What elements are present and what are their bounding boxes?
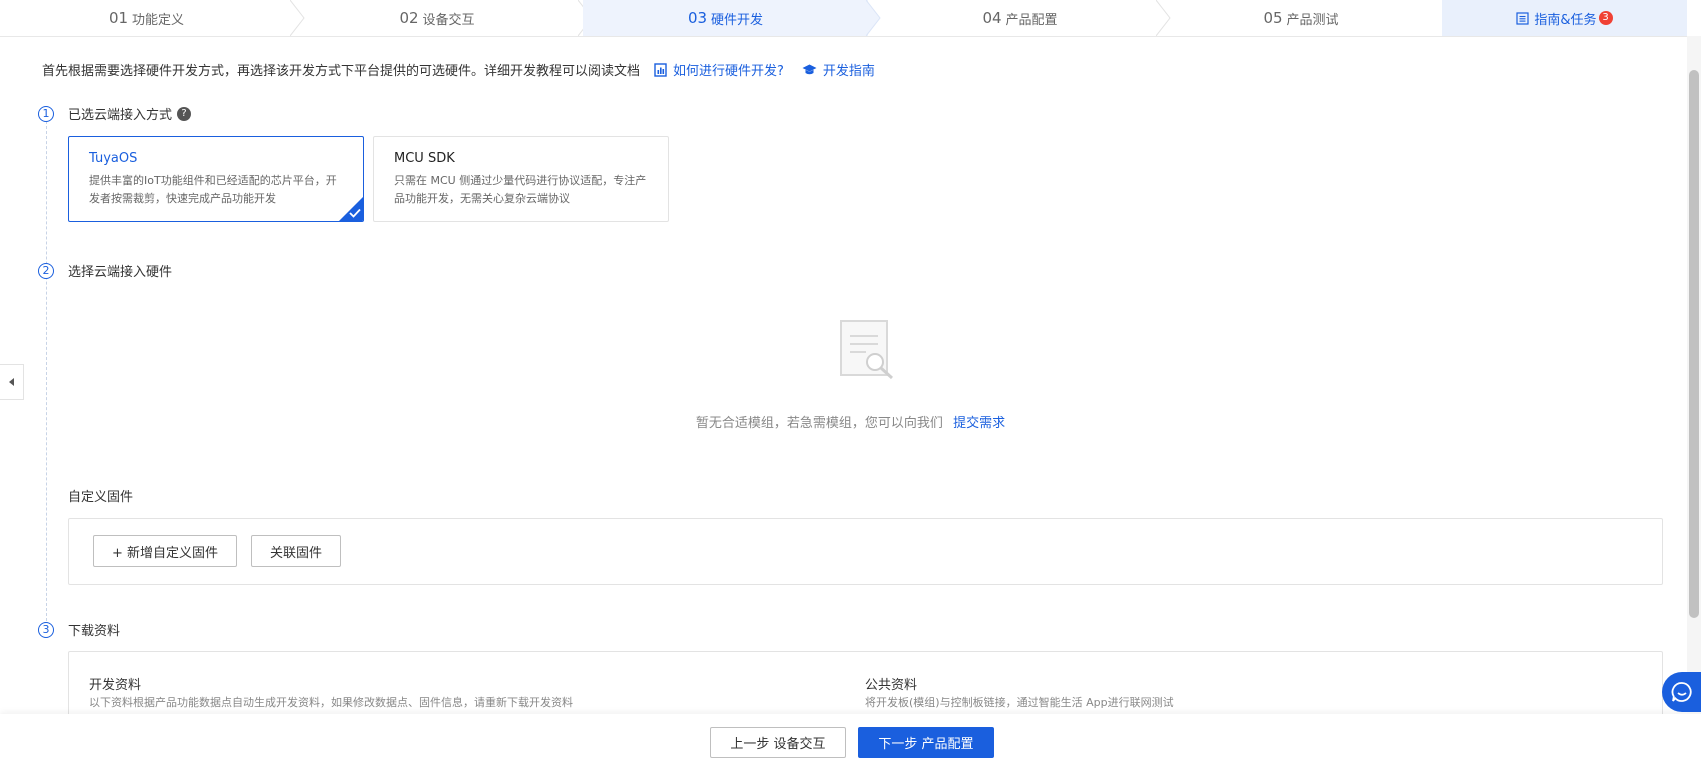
step-label: 功能定义	[132, 12, 185, 28]
timeline-line	[46, 121, 47, 621]
section-title-downloads: 下载资料	[68, 620, 120, 639]
intro-text: 首先根据需要选择硬件开发方式，再选择该开发方式下平台提供的可选硬件。详细开发教程…	[42, 64, 641, 79]
footer-bar: 上一步 设备交互 下一步 产品配置	[0, 714, 1701, 774]
card-desc: 提供丰富的IoT功能组件和已经适配的芯片平台，开发者按需裁剪，快速完成产品功能开…	[89, 174, 337, 205]
section-marker: 3	[38, 622, 54, 638]
step-03[interactable]: 03 硬件开发	[583, 0, 868, 36]
guide-tasks-tab[interactable]: 指南&任务 3	[1442, 0, 1687, 36]
question-icon[interactable]: ?	[177, 106, 192, 121]
list-icon	[1516, 11, 1530, 25]
link-label: 开发指南	[822, 64, 875, 79]
step-04[interactable]: 04 产品配置	[880, 0, 1160, 36]
step-02[interactable]: 02 设备交互	[293, 0, 581, 36]
check-icon	[349, 208, 361, 218]
section-title-hardware: 选择云端接入硬件	[68, 261, 172, 280]
custom-firmware-box: + 新增自定义固件 关联固件	[68, 518, 1663, 585]
add-custom-firmware-button[interactable]: + 新增自定义固件	[93, 535, 237, 567]
support-chat-button[interactable]	[1662, 672, 1701, 712]
empty-message: 暂无合适模组，若急需模组，您可以向我们	[695, 416, 943, 431]
public-resources-title: 公共资料	[865, 678, 918, 693]
step-number: 03	[687, 9, 708, 27]
guide-tasks-label: 指南&任务	[1534, 12, 1597, 28]
empty-state-text: 暂无合适模组，若急需模组，您可以向我们 提交需求	[0, 412, 1701, 431]
card-title: MCU SDK	[394, 151, 455, 166]
step-label: 硬件开发	[711, 12, 764, 28]
section-marker: 2	[38, 263, 54, 279]
submit-request-link[interactable]: 提交需求	[953, 412, 1005, 431]
step-label: 产品配置	[1005, 12, 1058, 28]
step-01[interactable]: 01 功能定义	[0, 0, 293, 36]
section-title-text: 自定义固件	[68, 490, 134, 505]
dev-resources-title: 开发资料	[89, 678, 142, 693]
step-number: 05	[1263, 9, 1283, 27]
card-mcu-sdk[interactable]: MCU SDK 只需在 MCU 侧通过少量代码进行协议适配，专注产品功能开发，无…	[373, 136, 669, 222]
link-firmware-button[interactable]: 关联固件	[251, 535, 341, 567]
section-title-text: 下载资料	[68, 624, 121, 639]
step-label: 产品测试	[1286, 12, 1339, 28]
section-title-access-mode: 已选云端接入方式 ?	[68, 104, 192, 123]
step-05[interactable]: 05 产品测试	[1160, 0, 1442, 36]
section-marker: 1	[38, 106, 54, 122]
scrollbar-thumb[interactable]	[1689, 70, 1699, 618]
caret-left-icon	[8, 378, 14, 386]
dev-guide-link[interactable]: 开发指南	[802, 60, 875, 79]
graduation-cap-icon	[802, 64, 817, 74]
chat-icon	[1671, 682, 1692, 702]
step-number: 04	[982, 9, 1002, 27]
intro-line: 首先根据需要选择硬件开发方式，再选择该开发方式下平台提供的可选硬件。详细开发教程…	[42, 60, 875, 79]
card-desc: 只需在 MCU 侧通过少量代码进行协议适配，专注产品功能开发，无需关心复杂云端协…	[394, 174, 647, 205]
link-label: 如何进行硬件开发?	[673, 64, 784, 79]
dev-resources-desc: 以下资料根据产品功能数据点自动生成开发资料，如果修改数据点、固件信息，请重新下载…	[89, 696, 573, 709]
steps-bar: 01 功能定义 02 设备交互 03 硬件开发 04 产品配置 05 产品测试 …	[0, 0, 1701, 37]
custom-firmware-title: 自定义固件	[68, 486, 133, 505]
section-title-text: 已选云端接入方式	[68, 108, 173, 123]
empty-document-search-icon	[840, 320, 894, 380]
step-number: 01	[108, 9, 129, 27]
next-step-button[interactable]: 下一步 产品配置	[858, 727, 994, 758]
card-tuyaos[interactable]: TuyaOS 提供丰富的IoT功能组件和已经适配的芯片平台，开发者按需裁剪，快速…	[68, 136, 364, 222]
public-resources-desc: 将开发板(模组)与控制板链接，通过智能生活 App进行联网测试	[865, 696, 1174, 709]
prev-step-button[interactable]: 上一步 设备交互	[710, 727, 846, 758]
step-label: 设备交互	[422, 12, 475, 28]
chart-doc-icon	[654, 62, 667, 77]
scrollbar[interactable]	[1687, 36, 1701, 714]
task-count-badge: 3	[1598, 11, 1613, 25]
section-title-text: 选择云端接入硬件	[68, 265, 173, 280]
collapse-sidebar-toggle[interactable]	[0, 364, 24, 400]
step-number: 02	[399, 9, 419, 27]
card-title: TuyaOS	[89, 151, 138, 166]
hardware-dev-howto-link[interactable]: 如何进行硬件开发?	[654, 60, 784, 79]
